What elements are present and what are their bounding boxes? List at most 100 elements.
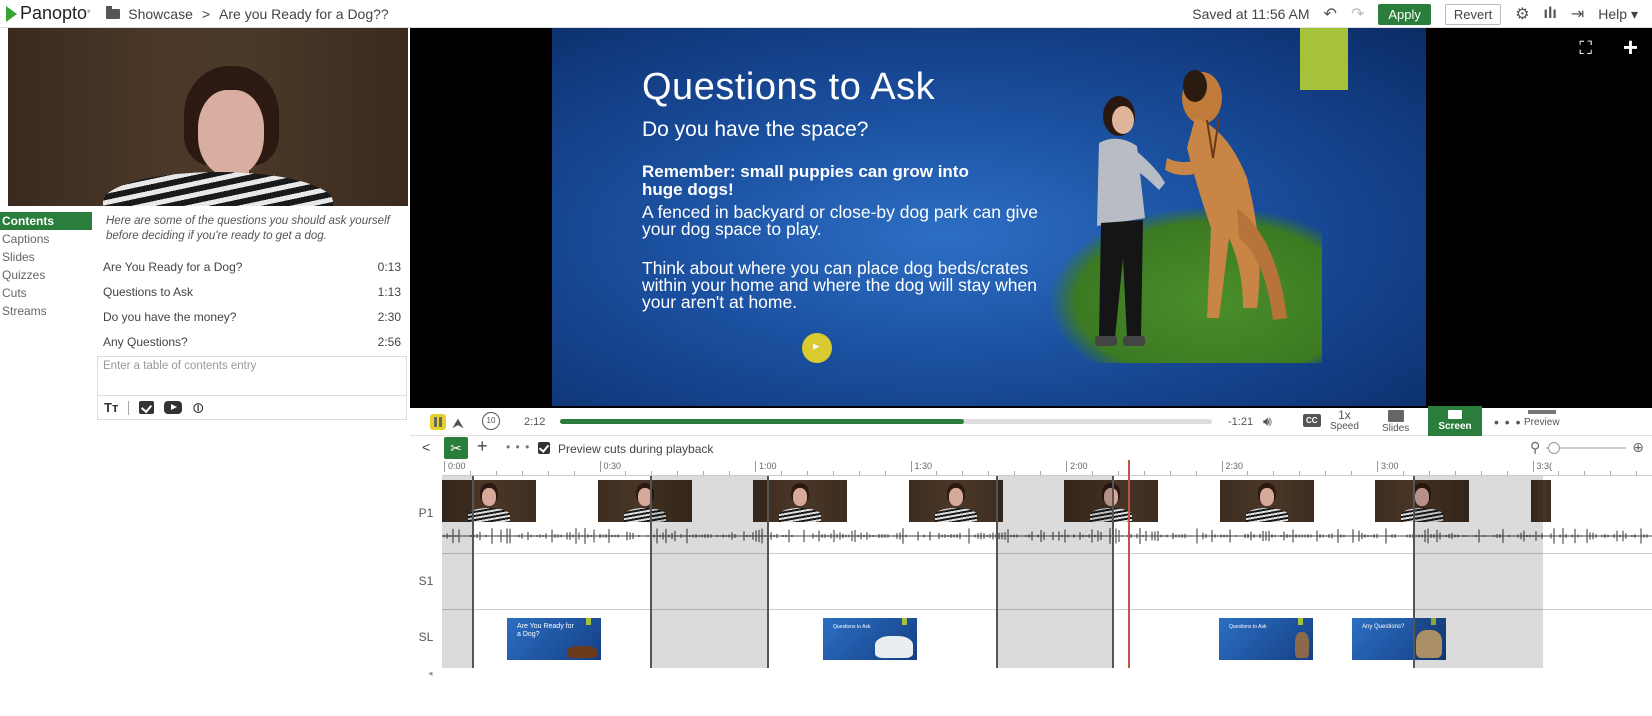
youtube-icon[interactable] [164, 401, 183, 414]
cut-boundary[interactable] [1112, 476, 1114, 668]
breadcrumb-folder[interactable]: Showcase [128, 6, 193, 22]
scroll-left-icon[interactable]: ◂ [428, 668, 433, 679]
slide-thumbnail-title: Questions to Ask [833, 624, 871, 630]
progress-bar[interactable] [560, 419, 1212, 424]
slide-photo-dog [1165, 70, 1287, 320]
cut-boundary[interactable] [1413, 476, 1415, 668]
timeline-tracks[interactable]: P1 S1 SL Are You Ready for a Dog? Questi… [410, 460, 1652, 668]
zoom-out-icon[interactable]: ⚲ [1530, 439, 1540, 456]
cut-boundary[interactable] [767, 476, 769, 668]
bar-chart-icon[interactable]: ılı [1544, 5, 1557, 23]
contents-description[interactable]: Here are some of the questions you shoul… [106, 214, 406, 244]
cut-boundary[interactable] [650, 476, 652, 668]
mouse-cursor-icon: ⮝ [452, 415, 464, 431]
video-thumbnail [909, 480, 1003, 522]
ruler-tick-label: 3:00 [1377, 461, 1399, 472]
tab-contents[interactable]: Contents [0, 212, 92, 230]
captions-icon[interactable]: CC [1303, 414, 1321, 427]
toc-entry[interactable]: Any Questions? 2:56 [97, 329, 407, 354]
ruler-minor-tick [1091, 471, 1093, 475]
screen-view-button[interactable]: Screen [1428, 406, 1482, 436]
tab-captions[interactable]: Captions [0, 230, 92, 248]
main-video-player[interactable]: Questions to Ask Do you have the space? … [410, 28, 1652, 408]
slide-thumbnail[interactable]: Questions to Ask [823, 618, 917, 660]
camera-icon [1448, 410, 1462, 419]
quiz-icon[interactable] [139, 401, 155, 414]
screen-label: Screen [1438, 421, 1472, 432]
cut-boundary[interactable] [472, 476, 474, 668]
tab-cuts[interactable]: Cuts [0, 284, 92, 302]
toc-entry-time: 2:56 [377, 334, 401, 349]
ruler-minor-tick [547, 471, 549, 475]
speed-value: 1x [1338, 408, 1351, 422]
toc-entry[interactable]: Do you have the money? 2:30 [97, 304, 407, 329]
preview-label: Preview [1524, 417, 1560, 428]
ruler-minor-tick [729, 471, 731, 475]
cut-region[interactable] [650, 476, 768, 668]
ruler-minor-tick [651, 471, 653, 475]
zoom-slider[interactable] [1546, 441, 1627, 454]
pause-icon[interactable] [430, 414, 446, 430]
cut-region[interactable] [996, 476, 1113, 668]
scissors-icon[interactable]: ✂ [444, 437, 468, 459]
preview-cuts-checkbox[interactable] [538, 442, 550, 454]
revert-button[interactable]: Revert [1444, 3, 1502, 25]
tab-streams[interactable]: Streams [0, 302, 92, 320]
preview-icon [1527, 410, 1556, 414]
webcam-video[interactable] [8, 28, 408, 206]
ruler-tick-label: 2:00 [1066, 461, 1088, 472]
slide-thumbnail-title: Are You Ready for a Dog? [517, 623, 574, 638]
toc-entry-input[interactable]: Enter a table of contents entry [97, 356, 407, 396]
collapse-panel-button[interactable]: < [422, 439, 430, 455]
slide-paragraph: A fenced in backyard or close-by dog par… [642, 202, 1038, 239]
fullscreen-icon[interactable]: ⛶ [1579, 38, 1592, 59]
ruler-minor-tick [962, 471, 964, 475]
text-format-icon[interactable]: Tт [104, 400, 118, 415]
folder-icon [106, 5, 121, 19]
cut-region[interactable] [1413, 476, 1543, 668]
presenter-cursor-highlight [802, 333, 832, 363]
more-edit-options[interactable]: • • • [506, 440, 530, 454]
cut-boundary[interactable] [996, 476, 998, 668]
toc-entry[interactable]: Questions to Ask 1:13 [97, 279, 407, 304]
slide-accent-bar [1300, 28, 1348, 90]
redo-icon[interactable]: ↷ [1351, 4, 1364, 24]
add-button[interactable]: + [477, 436, 488, 457]
tab-quizzes[interactable]: Quizzes [0, 266, 92, 284]
help-menu[interactable]: Help ▾ [1598, 6, 1638, 23]
session-title: Are you Ready for a Dog?? [219, 5, 389, 22]
volume-icon[interactable]: 🔊︎ [1263, 413, 1272, 430]
slide-subtitle: Do you have the space? [642, 118, 869, 141]
rewind-10-icon[interactable]: 10 [482, 412, 500, 430]
undo-icon[interactable]: ↶ [1324, 4, 1337, 24]
gear-icon[interactable]: ⚙ [1515, 4, 1529, 24]
toc-entry-time: 1:13 [377, 284, 401, 299]
slides-label: Slides [1382, 423, 1410, 434]
top-actions: Saved at 11:56 AM ↶ ↷ Apply Revert ⚙ ılı… [1192, 0, 1638, 28]
ruler-minor-tick [1428, 471, 1430, 475]
ruler-minor-tick [806, 471, 808, 475]
timeline-ruler[interactable]: 0:00 0:30 1:00 1:30 2:00 2:30 3:00 3:3( [442, 460, 1652, 476]
tab-slides[interactable]: Slides [0, 248, 92, 266]
toc-entry-title: Questions to Ask [103, 284, 194, 299]
preview-button[interactable]: Preview [1524, 410, 1560, 428]
add-stream-icon[interactable]: + [1623, 32, 1638, 63]
apply-button[interactable]: Apply [1378, 3, 1431, 25]
timeline-scrollbar[interactable]: ◂ [410, 668, 1652, 680]
ruler-tick-label: 1:00 [755, 461, 777, 472]
cut-region[interactable] [442, 476, 472, 668]
toc-entry-title: Are You Ready for a Dog? [103, 259, 243, 274]
exit-icon[interactable]: ⇥ [1571, 4, 1584, 24]
slide-thumbnail[interactable]: Questions to Ask [1219, 618, 1313, 660]
zoom-in-icon[interactable]: ⊕ [1632, 439, 1644, 456]
speed-button[interactable]: 1x Speed [1330, 408, 1359, 432]
more-options-button[interactable]: • • • [1494, 414, 1521, 430]
slide-thumbnail[interactable]: Are You Ready for a Dog? [507, 618, 601, 660]
slide-thumbnail-title: Questions to Ask [1229, 624, 1267, 630]
zoom-slider-knob[interactable] [1548, 441, 1561, 454]
link-icon[interactable]: ⊖ [190, 401, 208, 414]
playhead[interactable] [1128, 460, 1130, 668]
toc-entry[interactable]: Are You Ready for a Dog? 0:13 [97, 254, 407, 279]
slides-view-button[interactable]: Slides [1382, 410, 1409, 434]
panopto-logo[interactable]: Panopto ° [6, 3, 90, 24]
